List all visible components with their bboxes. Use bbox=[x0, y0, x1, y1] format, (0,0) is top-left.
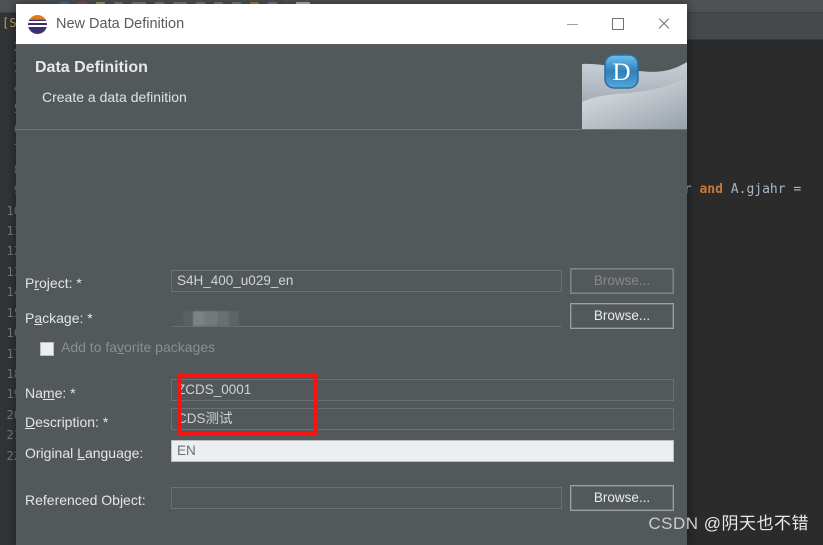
new-data-definition-dialog: New Data Definition Data Definition Crea… bbox=[16, 4, 687, 545]
close-button[interactable] bbox=[641, 4, 687, 44]
maximize-button[interactable] bbox=[595, 4, 641, 44]
eclipse-icon bbox=[28, 14, 47, 34]
code-text-suffix: A.gjahr = bbox=[722, 182, 802, 197]
referenced-object-label: Referenced Object: bbox=[25, 492, 146, 508]
original-language-label-row: Original Language: bbox=[25, 441, 143, 465]
package-label: Package: * bbox=[25, 310, 93, 326]
description-label-row: Description: * bbox=[25, 410, 108, 434]
original-language-label: Original Language: bbox=[25, 445, 144, 461]
banner-heading: Data Definition bbox=[35, 59, 148, 76]
add-to-favorite-packages-label: Add to favorite packages bbox=[61, 339, 216, 355]
watermark-brand: CSDN bbox=[648, 514, 704, 533]
watermark-handle: @阴天也不错 bbox=[703, 514, 809, 533]
package-redacted-value bbox=[183, 311, 239, 326]
project-browse-button[interactable]: Browse... bbox=[570, 268, 674, 294]
dialog-form: Project: * S4H_400_u029_en Browse... Pac… bbox=[16, 130, 687, 545]
csdn-watermark: CSDN @阴天也不错 bbox=[648, 509, 809, 534]
description-label: Description: * bbox=[25, 414, 109, 430]
editor-tab-strip[interactable] bbox=[687, 13, 823, 40]
name-input[interactable]: ZCDS_0001 bbox=[171, 379, 674, 401]
editor-first-line-text: [S bbox=[2, 16, 17, 30]
maximize-icon bbox=[612, 18, 624, 30]
project-label: Project: * bbox=[25, 275, 82, 291]
window-controls bbox=[549, 4, 687, 44]
svg-text:D: D bbox=[612, 59, 630, 86]
project-label-row: Project: * bbox=[25, 271, 82, 295]
original-language-input[interactable]: EN bbox=[171, 440, 674, 462]
minimize-icon bbox=[566, 23, 578, 25]
package-browse-button[interactable]: Browse... bbox=[570, 303, 674, 329]
package-label-row: Package: * bbox=[25, 306, 93, 330]
name-label: Name: * bbox=[25, 385, 76, 401]
name-label-row: Name: * bbox=[25, 381, 76, 405]
minimize-button[interactable] bbox=[549, 4, 595, 44]
dialog-title: New Data Definition bbox=[56, 16, 185, 32]
project-input[interactable]: S4H_400_u029_en bbox=[171, 270, 562, 292]
data-definition-banner-icon: D bbox=[582, 44, 687, 129]
code-keyword-and: and bbox=[699, 182, 723, 197]
add-to-favorite-packages-checkbox[interactable] bbox=[40, 342, 54, 356]
description-input[interactable]: CDS测试 bbox=[171, 408, 674, 430]
referenced-object-browse-button[interactable]: Browse... bbox=[570, 485, 674, 511]
dialog-banner: Data Definition Create a data definition bbox=[16, 44, 687, 130]
editor-code-fragment: hr and A.gjahr = bbox=[676, 182, 801, 197]
banner-subheading: Create a data definition bbox=[42, 89, 187, 105]
referenced-object-label-row: Referenced Object: bbox=[25, 488, 146, 512]
dialog-titlebar[interactable]: New Data Definition bbox=[16, 4, 687, 44]
referenced-object-input[interactable] bbox=[171, 487, 562, 509]
close-icon bbox=[657, 17, 671, 31]
